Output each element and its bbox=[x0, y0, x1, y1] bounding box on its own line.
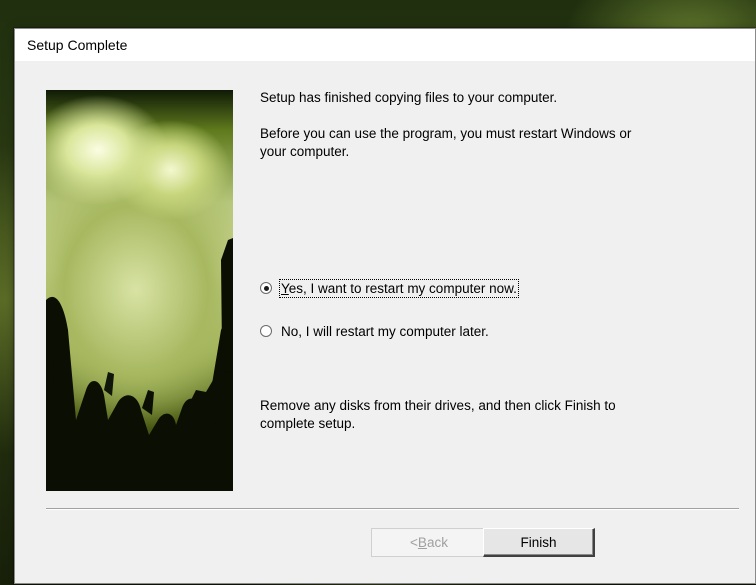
message-finished: Setup has finished copying files to your… bbox=[260, 90, 558, 105]
concert-crowd-image bbox=[46, 90, 233, 491]
crowd-silhouette-icon bbox=[46, 238, 233, 491]
finish-button[interactable]: Finish bbox=[483, 528, 595, 557]
radio-unchecked-icon[interactable] bbox=[260, 325, 272, 337]
setup-complete-dialog: Setup Complete Setup has finished copyin… bbox=[14, 28, 756, 584]
button-separator bbox=[46, 508, 739, 510]
back-button[interactable]: < Back bbox=[371, 528, 487, 557]
radio-restart-later[interactable]: No, I will restart my computer later. bbox=[260, 321, 489, 341]
message-remove-disks-line2: complete setup. bbox=[260, 416, 356, 431]
radio-restart-now[interactable]: Yes, I want to restart my computer now. bbox=[260, 278, 519, 298]
window-title: Setup Complete bbox=[27, 37, 128, 53]
message-restart-line1: Before you can use the program, you must… bbox=[260, 126, 632, 141]
message-remove-disks-line1: Remove any disks from their drives, and … bbox=[260, 398, 616, 413]
message-restart-line2: your computer. bbox=[260, 144, 350, 159]
title-bar[interactable]: Setup Complete bbox=[15, 29, 755, 61]
radio-restart-now-label[interactable]: Yes, I want to restart my computer now. bbox=[279, 278, 519, 298]
radio-checked-icon[interactable] bbox=[260, 282, 272, 294]
radio-restart-later-label[interactable]: No, I will restart my computer later. bbox=[281, 324, 489, 339]
